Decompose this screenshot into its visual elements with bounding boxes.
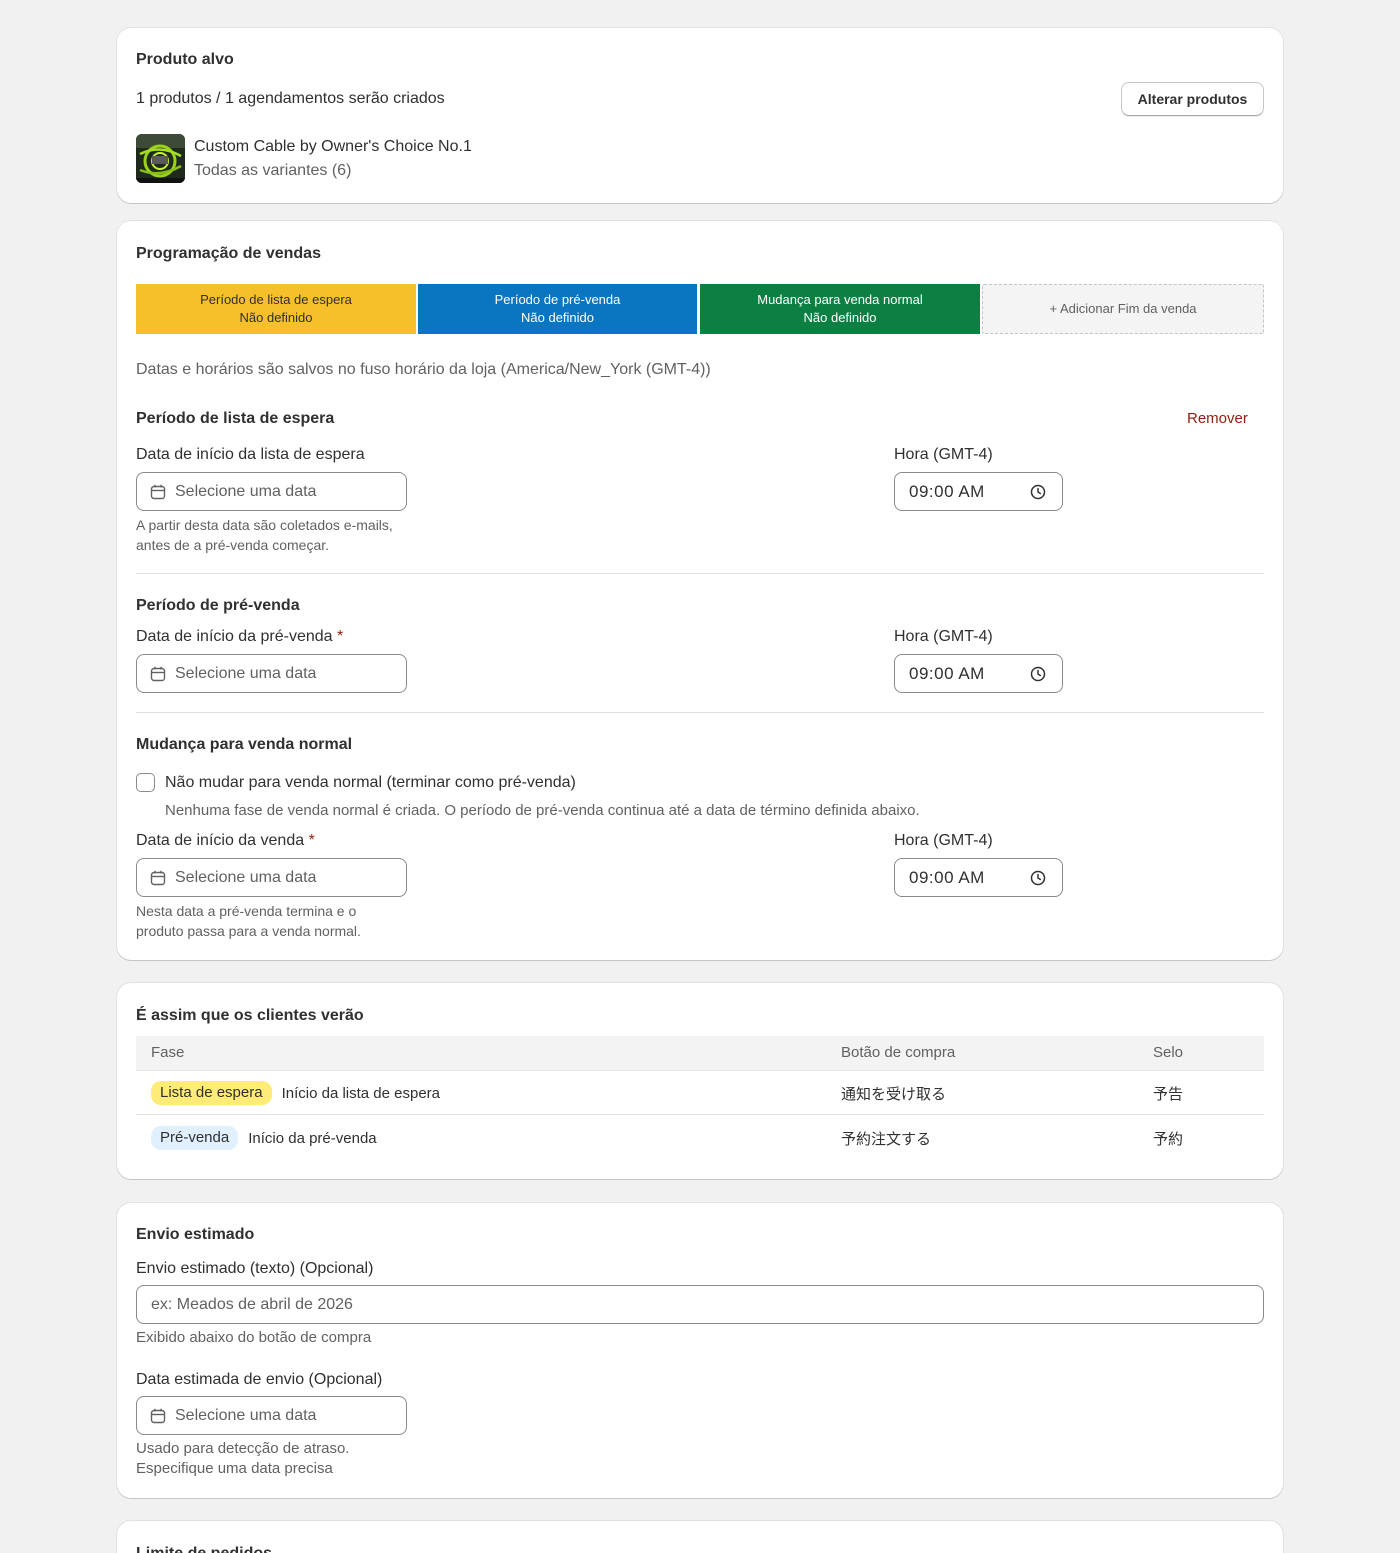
segment-status: Não definido <box>239 310 313 325</box>
segment-status: Não definido <box>521 310 594 325</box>
section-divider <box>136 573 1264 574</box>
calendar-icon <box>150 484 166 500</box>
shipping-date-help-2: Especifique uma data precisa <box>136 1460 333 1477</box>
waitlist-date-label: Data de início da lista de espera <box>136 446 365 463</box>
column-header-seal: Selo <box>1153 1044 1184 1061</box>
sales-schedule-card: Programação de vendas Período de lista d… <box>117 221 1283 960</box>
waitlist-time-label: Hora (GMT-4) <box>894 446 993 463</box>
segment-status: Não definido <box>803 310 877 325</box>
segment-title: Período de pré-venda <box>494 292 621 307</box>
calendar-icon <box>150 666 166 682</box>
sale-date-input[interactable]: Selecione uma data <box>136 858 407 897</box>
sale-date-help: Nesta data a pré-venda termina e o produ… <box>136 903 361 939</box>
phase-text: Início da lista de espera <box>281 1084 441 1102</box>
required-marker: * <box>337 628 344 645</box>
segment-title: Mudança para venda normal <box>757 292 923 307</box>
date-placeholder: Selecione uma data <box>175 664 317 682</box>
card-title: Limite de pedidos <box>136 1545 272 1553</box>
add-sale-end-button[interactable]: + Adicionar Fim da venda <box>982 284 1264 334</box>
products-summary: 1 produtos / 1 agendamentos serão criado… <box>136 90 445 107</box>
presale-date-input[interactable]: Selecione uma data <box>136 654 407 693</box>
card-title: Programação de vendas <box>136 245 321 262</box>
shipping-date-input[interactable]: Selecione uma data <box>136 1396 407 1435</box>
product-variants: Todas as variantes (6) <box>194 162 352 179</box>
sale-date-label: Data de início da venda * <box>136 832 315 850</box>
shipping-text-help: Exibido abaixo do botão de compra <box>136 1329 372 1346</box>
waitlist-time-input[interactable]: 09:00 AM <box>894 472 1063 511</box>
sale-time-label: Hora (GMT-4) <box>894 832 993 849</box>
phase-badge: Pré-venda <box>151 1126 239 1150</box>
seal-text: 予告 <box>1153 1086 1184 1103</box>
product-name[interactable]: Custom Cable by Owner's Choice No.1 <box>194 138 472 156</box>
normal-sale-heading: Mudança para venda normal <box>136 736 353 753</box>
customer-preview-card: É assim que os clientes verão Fase Botão… <box>117 983 1283 1179</box>
card-title: Produto alvo <box>136 51 234 68</box>
clock-icon[interactable] <box>1030 666 1046 682</box>
time-value: 09:00 AM <box>909 663 985 683</box>
timeline-segment-presale[interactable]: Período de pré-venda Não definido <box>418 284 697 334</box>
shipping-date-help-1: Usado para detecção de atraso. <box>136 1440 350 1457</box>
timeline-segment-normal-sale[interactable]: Mudança para venda normal Não definido <box>700 284 980 334</box>
date-placeholder: Selecione uma data <box>175 482 317 500</box>
calendar-icon <box>150 870 166 886</box>
order-limit-card: Limite de pedidos <box>117 1521 1283 1553</box>
shipping-text-label: Envio estimado (texto) (Opcional) <box>136 1260 374 1277</box>
card-title: É assim que os clientes verão <box>136 1007 364 1024</box>
buy-button-text: 予約注文する <box>841 1131 932 1148</box>
clock-icon[interactable] <box>1030 484 1046 500</box>
phase-text: Início da pré-venda <box>248 1129 377 1147</box>
segment-title: Período de lista de espera <box>200 292 352 307</box>
table-row: Pré-venda Início da pré-venda 予約注文する 予約 <box>136 1116 1264 1160</box>
label-text: Data de início da pré-venda <box>136 628 333 645</box>
seal-text: 予約 <box>1153 1131 1184 1148</box>
remove-waitlist-link[interactable]: Remover <box>1187 410 1248 427</box>
date-placeholder: Selecione uma data <box>175 868 317 886</box>
waitlist-date-input[interactable]: Selecione uma data <box>136 472 407 511</box>
checkbox-help: Nenhuma fase de venda normal é criada. O… <box>165 802 920 819</box>
presale-date-label: Data de início da pré-venda * <box>136 628 343 646</box>
estimated-shipping-card: Envio estimado Envio estimado (texto) (O… <box>117 1203 1283 1498</box>
time-value: 09:00 AM <box>909 867 985 887</box>
timezone-note: Datas e horários são salvos no fuso horá… <box>136 361 711 378</box>
section-divider <box>136 712 1264 713</box>
calendar-icon <box>150 1408 166 1424</box>
column-header-button: Botão de compra <box>841 1044 956 1061</box>
change-products-button[interactable]: Alterar produtos <box>1121 82 1264 116</box>
checkbox-label[interactable]: Não mudar para venda normal (terminar co… <box>165 774 576 792</box>
clock-icon[interactable] <box>1030 870 1046 886</box>
buy-button-text: 通知を受け取る <box>841 1086 947 1103</box>
waitlist-date-help: A partir desta data são coletados e-mail… <box>136 517 393 553</box>
phase-badge: Lista de espera <box>151 1081 272 1105</box>
table-row: Lista de espera Início da lista de esper… <box>136 1071 1264 1115</box>
table-header: Fase Botão de compra Selo <box>136 1036 1264 1071</box>
required-marker: * <box>308 832 315 849</box>
presale-time-label: Hora (GMT-4) <box>894 628 993 645</box>
presale-time-input[interactable]: 09:00 AM <box>894 654 1063 693</box>
date-placeholder: Selecione uma data <box>175 1406 317 1424</box>
card-title: Envio estimado <box>136 1226 255 1243</box>
timeline-segment-waitlist[interactable]: Período de lista de espera Não definido <box>136 284 416 334</box>
input-placeholder: ex: Meados de abril de 2026 <box>151 1295 353 1313</box>
shipping-text-input[interactable]: ex: Meados de abril de 2026 <box>136 1285 1264 1324</box>
label-text: Data de início da venda <box>136 832 305 849</box>
sale-time-input[interactable]: 09:00 AM <box>894 858 1063 897</box>
no-normal-sale-checkbox[interactable] <box>136 773 155 792</box>
waitlist-heading: Período de lista de espera <box>136 410 335 427</box>
time-value: 09:00 AM <box>909 481 985 501</box>
presale-heading: Período de pré-venda <box>136 597 300 614</box>
product-thumbnail <box>136 134 185 183</box>
shipping-date-label: Data estimada de envio (Opcional) <box>136 1371 383 1388</box>
column-header-phase: Fase <box>151 1044 185 1061</box>
target-product-card: Produto alvo 1 produtos / 1 agendamentos… <box>117 28 1283 203</box>
